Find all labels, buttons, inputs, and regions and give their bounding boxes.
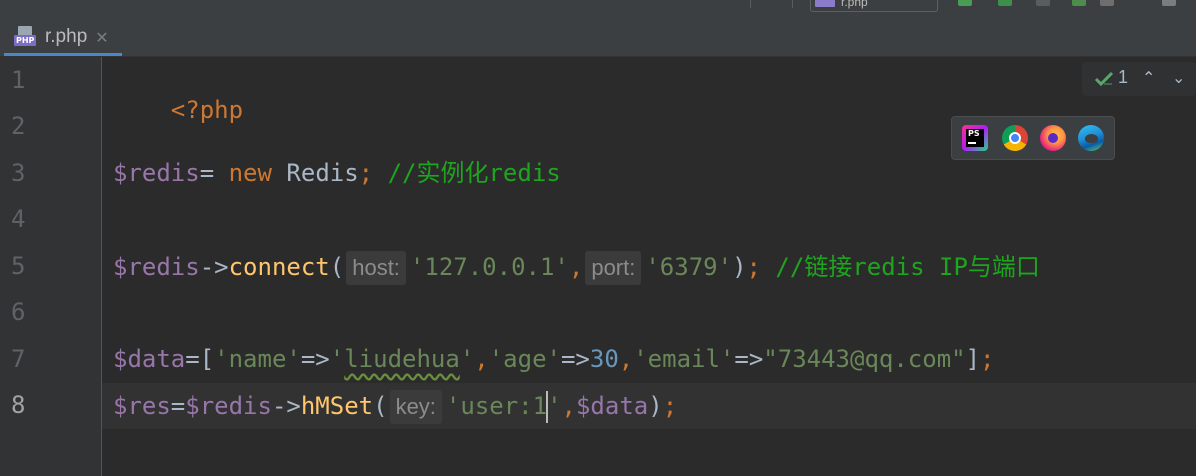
code-line-7[interactable]: $data=['name'=>'liudehua','age'=>30,'ema… xyxy=(113,344,995,374)
php-file-icon xyxy=(815,0,835,7)
comment: //链接redis IP与端口 xyxy=(760,253,1040,281)
quote: ' xyxy=(547,392,562,420)
run-configuration-label: r.php xyxy=(841,0,868,9)
line-number: 6 xyxy=(11,298,26,326)
line-number-active: 8 xyxy=(11,391,26,419)
bracket: ] xyxy=(965,345,981,373)
string-literal: '6379' xyxy=(645,253,733,281)
quote: ' xyxy=(329,345,345,373)
semicolon: ; xyxy=(746,253,761,281)
operator: =[ xyxy=(185,345,215,373)
semicolon: ; xyxy=(980,345,995,373)
parameter-hint: key: xyxy=(389,390,442,424)
variable: $data xyxy=(575,392,649,420)
comma: , xyxy=(561,392,576,420)
line-number: 2 xyxy=(11,112,26,140)
array-key: 'age' xyxy=(488,345,561,373)
chevron-up-icon[interactable]: ⌃ xyxy=(1142,68,1155,87)
comma: , xyxy=(568,253,584,281)
comment: //实例化redis xyxy=(373,159,561,187)
array-key: 'email' xyxy=(633,345,735,373)
php-badge: PHP xyxy=(14,35,37,46)
operator: -> xyxy=(271,392,301,420)
operator: = xyxy=(199,159,229,187)
line-number: 5 xyxy=(11,252,26,280)
comma: , xyxy=(618,345,634,373)
string-literal: 'user:1 xyxy=(445,392,548,420)
line-number: 7 xyxy=(11,345,26,373)
variable: $data xyxy=(113,345,186,373)
toolbar-separator-icon xyxy=(792,0,793,8)
operator: => xyxy=(734,345,764,373)
paren: ( xyxy=(373,392,388,420)
paren: ( xyxy=(329,253,345,281)
semicolon: ; xyxy=(358,159,374,187)
tab-label: r.php xyxy=(45,26,88,47)
line-number: 3 xyxy=(11,159,26,187)
class-name: Redis xyxy=(271,159,359,187)
php-open-tag: <?php xyxy=(170,96,244,124)
phpstorm-icon[interactable]: PS xyxy=(962,125,988,151)
line-number: 1 xyxy=(11,66,26,94)
variable: $redis xyxy=(113,253,200,281)
inspection-widget[interactable]: 1 ⌃ ⌄ xyxy=(1082,62,1196,96)
operator: -> xyxy=(199,253,229,281)
main-toolbar: r.php xyxy=(0,0,1196,14)
code-editor[interactable]: 1 2 3 4 5 6 7 8 <?php $redis= new Redis;… xyxy=(0,57,1196,476)
paren: ) xyxy=(732,253,747,281)
operator: => xyxy=(300,345,330,373)
editor-tab-bar: PHP r.php ✕ xyxy=(0,14,1196,57)
quote: ' xyxy=(459,345,475,373)
method-name: connect xyxy=(228,253,330,281)
string-literal: "73443@qq.com" xyxy=(763,345,966,373)
string-literal: '127.0.0.1' xyxy=(409,253,569,281)
phpstorm-icon-text: PS xyxy=(968,129,980,138)
stop-icon[interactable] xyxy=(1100,0,1114,6)
paren: ) xyxy=(648,392,663,420)
run-configuration-selector[interactable]: r.php xyxy=(810,0,938,12)
variable: $redis xyxy=(185,392,272,420)
edge-icon[interactable] xyxy=(1078,125,1104,151)
array-key: 'name' xyxy=(214,345,301,373)
code-line-1[interactable]: <?php xyxy=(113,65,243,124)
close-icon[interactable]: ✕ xyxy=(95,28,108,47)
parameter-hint: port: xyxy=(585,251,642,285)
search-icon[interactable] xyxy=(1162,0,1176,6)
number-literal: 30 xyxy=(589,345,619,373)
code-line-5[interactable]: $redis->connect(host: '127.0.0.1', port: '6… xyxy=(113,251,1040,285)
toolbar-separator-icon xyxy=(750,0,751,8)
tab-r-php[interactable]: PHP r.php ✕ xyxy=(4,21,122,56)
debug-icon[interactable] xyxy=(998,0,1012,6)
line-number: 4 xyxy=(11,205,26,233)
code-line-8[interactable]: $res=$redis->hMSet(key:'user:1',$data); xyxy=(113,390,678,424)
parameter-hint: host: xyxy=(346,251,406,285)
line-number-gutter: 1 2 3 4 5 6 7 8 xyxy=(0,57,102,476)
chrome-icon[interactable] xyxy=(1002,125,1028,151)
inspection-count: 1 xyxy=(1118,67,1129,87)
code-line-3[interactable]: $redis= new Redis; //实例化redis xyxy=(113,158,561,188)
chevron-down-icon[interactable]: ⌄ xyxy=(1172,68,1185,87)
keyword: new xyxy=(228,159,272,187)
method-name: hMSet xyxy=(300,392,374,420)
operator: = xyxy=(170,392,186,420)
php-file-icon: PHP xyxy=(14,26,38,48)
typo-warning-value: liudehua xyxy=(344,345,460,373)
variable: $res xyxy=(113,392,171,420)
profile-icon[interactable] xyxy=(1072,0,1086,6)
firefox-icon[interactable] xyxy=(1040,125,1066,151)
open-in-browser-popup: PS xyxy=(951,116,1115,160)
check-icon xyxy=(1094,71,1114,87)
operator: => xyxy=(560,345,590,373)
run-icon[interactable] xyxy=(958,0,972,6)
semicolon: ; xyxy=(662,392,678,420)
coverage-icon[interactable] xyxy=(1036,0,1050,6)
variable: $redis xyxy=(113,159,200,187)
comma: , xyxy=(474,345,489,373)
